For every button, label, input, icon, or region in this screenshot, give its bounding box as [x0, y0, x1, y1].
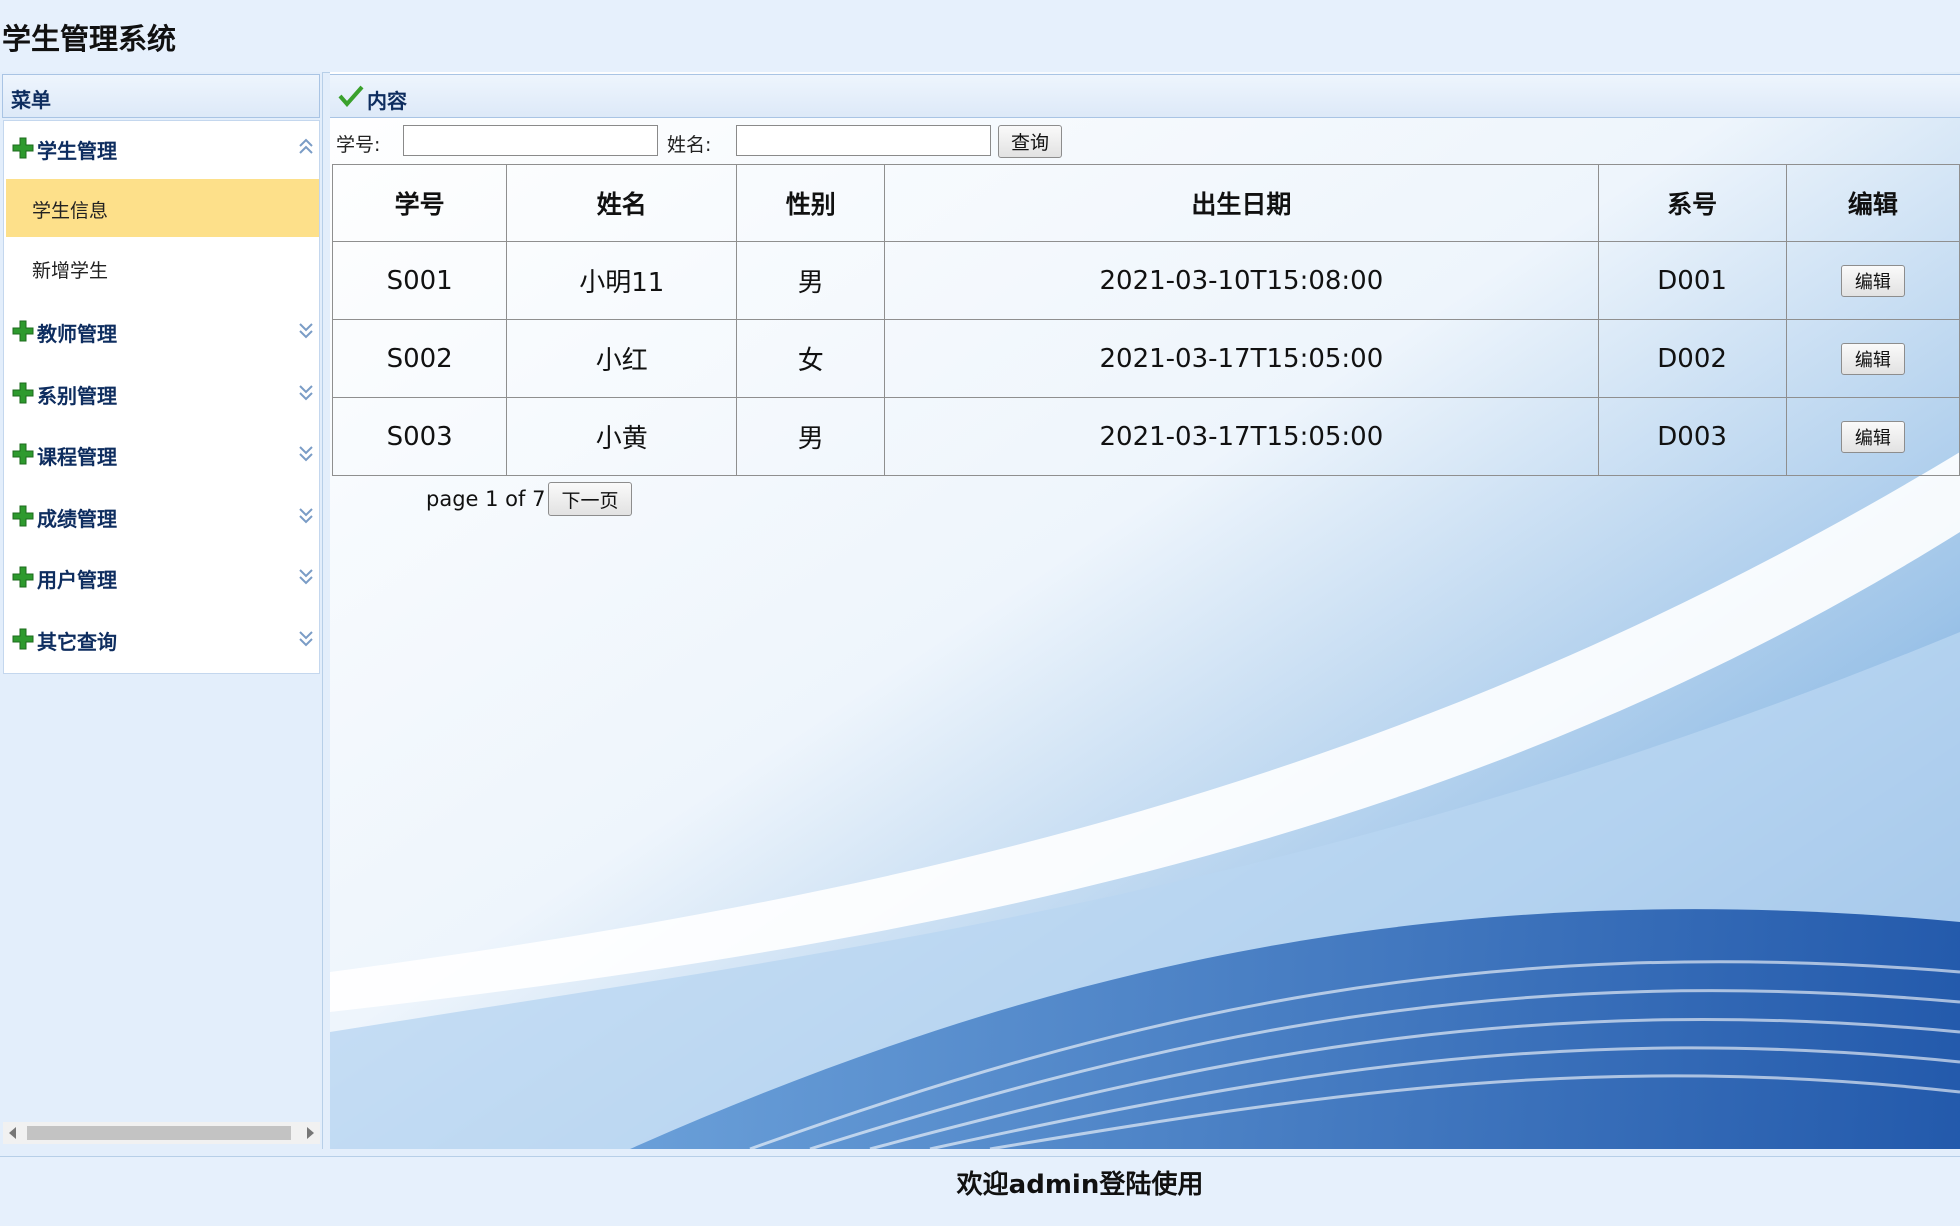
- cell-id: S003: [331, 397, 508, 476]
- cell-dept: D001: [1597, 241, 1787, 320]
- cell-id: S002: [331, 319, 508, 398]
- cell-gender: 男: [736, 397, 886, 476]
- scroll-right-icon[interactable]: [307, 1127, 314, 1139]
- checkmark-icon: [338, 85, 364, 107]
- menu-group-score[interactable]: 成绩管理: [4, 489, 319, 545]
- student-name-input[interactable]: [736, 125, 991, 156]
- next-page-button[interactable]: 下一页: [548, 482, 632, 516]
- page-indicator: page 1 of 7: [426, 487, 546, 511]
- table-row: S003 小黄 男 2021-03-17T15:05:00 D003 编辑: [331, 397, 1960, 476]
- double-chevron-down-icon[interactable]: [297, 320, 315, 340]
- student-name-label: 姓名:: [667, 134, 712, 156]
- app-header: 学生管理系统: [0, 0, 1960, 73]
- column-header-name[interactable]: 姓名: [506, 164, 738, 242]
- content-title: 内容: [367, 89, 407, 113]
- plus-icon: [12, 566, 34, 588]
- student-id-label: 学号:: [336, 134, 381, 156]
- plus-icon: [12, 443, 34, 465]
- menu-group-course[interactable]: 课程管理: [4, 427, 319, 483]
- student-table: 学号 姓名 性别 出生日期 系号 编辑 S001 小明11 男 2021-03-…: [331, 164, 1960, 476]
- plus-icon: [12, 320, 34, 342]
- menu-group-label: 教师管理: [37, 322, 117, 346]
- cell-edit: 编辑: [1785, 319, 1960, 398]
- content-panel: 内容 学号: 姓名: 查询 学号 姓名 性别 出生日期 系号 编辑 S001 小: [330, 72, 1960, 1149]
- content-header: 内容: [330, 74, 1960, 118]
- plus-icon: [12, 382, 34, 404]
- column-header-gender[interactable]: 性别: [736, 164, 886, 242]
- menu-group-label: 系别管理: [37, 384, 117, 408]
- menu-group-user[interactable]: 用户管理: [4, 550, 319, 606]
- table-row: S001 小明11 男 2021-03-10T15:08:00 D001 编辑: [331, 241, 1960, 320]
- cell-edit: 编辑: [1785, 397, 1960, 476]
- sidebar: 菜单 学生管理 学生信息 新增学生 教师管理 系别管理 课程管理 成绩管理 用户…: [0, 72, 323, 1149]
- table-header-row: 学号 姓名 性别 出生日期 系号 编辑: [331, 164, 1960, 242]
- app-title: 学生管理系统: [2, 22, 177, 56]
- cell-birthdate: 2021-03-17T15:05:00: [884, 319, 1599, 398]
- menu-group-label: 学生管理: [37, 139, 117, 163]
- column-header-dept[interactable]: 系号: [1597, 164, 1787, 242]
- menu-group-label: 其它查询: [37, 630, 117, 654]
- menu-group-label: 课程管理: [37, 445, 117, 469]
- column-header-birthdate[interactable]: 出生日期: [884, 164, 1599, 242]
- sidebar-header: 菜单: [2, 74, 320, 118]
- sidebar-menu: 学生管理 学生信息 新增学生 教师管理 系别管理 课程管理 成绩管理 用户管理 …: [3, 120, 320, 674]
- edit-button[interactable]: 编辑: [1840, 342, 1905, 375]
- double-chevron-down-icon[interactable]: [297, 382, 315, 402]
- welcome-message: 欢迎admin登陆使用: [956, 1170, 1204, 1200]
- double-chevron-down-icon[interactable]: [297, 566, 315, 586]
- scroll-left-icon[interactable]: [9, 1127, 16, 1139]
- cell-name: 小红: [506, 319, 738, 398]
- menu-group-label: 成绩管理: [37, 507, 117, 531]
- menu-group-other[interactable]: 其它查询: [4, 612, 319, 668]
- pager: page 1 of 7 下一页: [330, 480, 1030, 520]
- double-chevron-down-icon[interactable]: [297, 628, 315, 648]
- table-row: S002 小红 女 2021-03-17T15:05:00 D002 编辑: [331, 319, 1960, 398]
- column-header-edit: 编辑: [1785, 164, 1960, 242]
- edit-button[interactable]: 编辑: [1840, 264, 1905, 297]
- cell-id: S001: [331, 241, 508, 320]
- scrollbar-thumb[interactable]: [27, 1126, 291, 1140]
- cell-gender: 女: [736, 319, 886, 398]
- menu-group-department[interactable]: 系别管理: [4, 366, 319, 422]
- query-button[interactable]: 查询: [998, 125, 1062, 158]
- sidebar-item-label: 新增学生: [32, 260, 109, 282]
- column-header-id[interactable]: 学号: [331, 164, 508, 242]
- cell-gender: 男: [736, 241, 886, 320]
- student-id-input[interactable]: [403, 125, 658, 156]
- cell-dept: D003: [1597, 397, 1787, 476]
- menu-group-student[interactable]: 学生管理: [4, 121, 319, 177]
- cell-birthdate: 2021-03-17T15:05:00: [884, 397, 1599, 476]
- cell-edit: 编辑: [1785, 241, 1960, 320]
- cell-name: 小明11: [506, 241, 738, 320]
- cell-birthdate: 2021-03-10T15:08:00: [884, 241, 1599, 320]
- double-chevron-down-icon[interactable]: [297, 505, 315, 525]
- sidebar-horizontal-scrollbar[interactable]: [3, 1122, 320, 1144]
- search-bar: 学号: 姓名: 查询: [330, 122, 1960, 162]
- edit-button[interactable]: 编辑: [1840, 420, 1905, 453]
- footer: 欢迎admin登陆使用: [0, 1156, 1960, 1226]
- double-chevron-down-icon[interactable]: [297, 443, 315, 463]
- menu-group-teacher[interactable]: 教师管理: [4, 304, 319, 360]
- sidebar-item-add-student[interactable]: 新增学生: [6, 239, 319, 297]
- menu-group-label: 用户管理: [37, 568, 117, 592]
- plus-icon: [12, 628, 34, 650]
- double-chevron-up-icon[interactable]: [297, 137, 315, 157]
- sidebar-item-label: 学生信息: [32, 200, 109, 222]
- sidebar-item-student-info[interactable]: 学生信息: [6, 179, 319, 237]
- cell-dept: D002: [1597, 319, 1787, 398]
- cell-name: 小黄: [506, 397, 738, 476]
- sidebar-title: 菜单: [11, 88, 51, 112]
- plus-icon: [12, 137, 34, 159]
- plus-icon: [12, 505, 34, 527]
